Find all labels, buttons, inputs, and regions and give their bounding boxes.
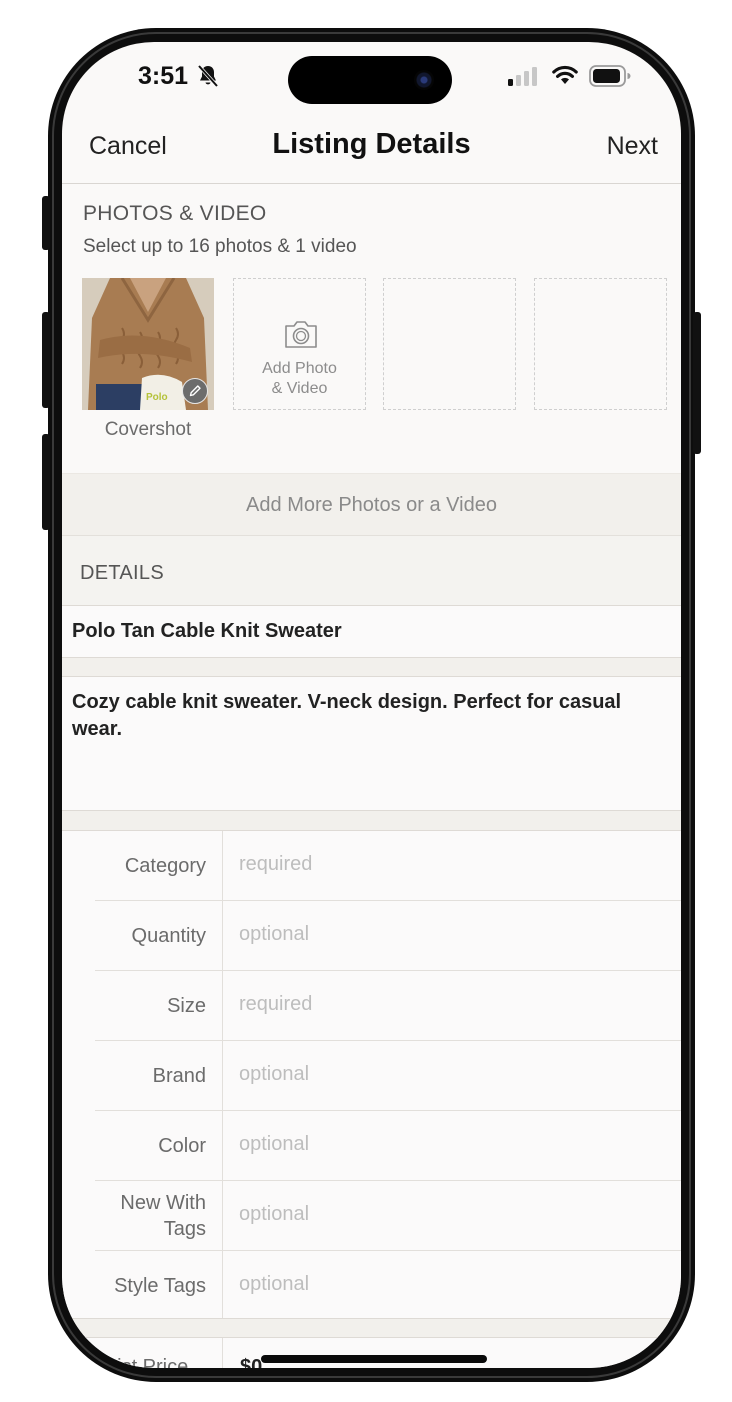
details-header-label: DETAILS: [80, 562, 164, 584]
attribute-row-brand[interactable]: Brand optional: [62, 1041, 681, 1111]
covershot-label: Covershot: [104, 419, 192, 440]
photos-section-subtitle: Select up to 16 photos & 1 video: [83, 236, 357, 257]
add-more-photos-label: Add More Photos or a Video: [246, 494, 497, 516]
price-row[interactable]: List Price $0: [62, 1338, 681, 1368]
edit-photo-button[interactable]: [182, 378, 208, 404]
wifi-icon: [552, 65, 578, 84]
dynamic-island: [288, 56, 452, 104]
attribute-value: optional: [239, 1133, 310, 1155]
attributes-table: Category required Quantity optional Size…: [62, 831, 681, 1318]
attribute-value: optional: [239, 1273, 310, 1295]
camera-icon: [285, 321, 317, 348]
attribute-value: required: [239, 853, 313, 875]
battery-icon: [589, 65, 631, 87]
empty-photo-slot[interactable]: [383, 278, 516, 410]
pencil-icon: [189, 385, 201, 397]
attribute-label: New With Tags: [120, 1192, 206, 1240]
navigation-bar: Cancel Listing Details Next: [62, 122, 681, 184]
attribute-value: optional: [239, 923, 310, 945]
action-button: [42, 196, 50, 250]
front-camera-icon: [414, 70, 434, 90]
home-indicator[interactable]: [261, 1355, 487, 1363]
section-spacer: [62, 658, 681, 677]
listing-title-value: Polo Tan Cable Knit Sweater: [72, 620, 342, 642]
photos-section-header: PHOTOS & VIDEO: [83, 202, 267, 225]
status-time: 3:51: [138, 62, 189, 90]
empty-photo-slot[interactable]: [534, 278, 667, 410]
attribute-row-category[interactable]: Category required: [62, 831, 681, 901]
page-title: Listing Details: [272, 128, 471, 160]
section-spacer: [62, 811, 681, 831]
section-spacer: [62, 1318, 681, 1338]
attribute-label: Color: [158, 1135, 206, 1157]
power-button: [693, 312, 701, 454]
attribute-label: Size: [167, 995, 206, 1017]
covershot-photo[interactable]: Polo: [82, 278, 214, 410]
attribute-row-style-tags[interactable]: Style Tags optional: [62, 1251, 681, 1321]
screen: 3:51 Cancel Listing Details Next PHOTOS …: [62, 42, 681, 1368]
listing-title-field[interactable]: Polo Tan Cable Knit Sweater: [62, 606, 681, 658]
attribute-value: optional: [239, 1203, 310, 1225]
listing-description-value: Cozy cable knit sweater. V-neck design. …: [72, 691, 622, 740]
volume-down-button: [42, 434, 50, 530]
cellular-signal-icon: [508, 67, 537, 86]
attribute-label: Style Tags: [114, 1275, 206, 1297]
details-section-header: DETAILS: [62, 536, 681, 606]
price-label: List Price: [106, 1356, 189, 1368]
svg-text:Polo: Polo: [146, 392, 168, 403]
listing-description-field[interactable]: Cozy cable knit sweater. V-neck design. …: [62, 677, 681, 811]
attribute-row-new-with-tags[interactable]: New With Tags optional: [62, 1181, 681, 1251]
attribute-label: Category: [124, 855, 206, 877]
bell-slash-icon: [197, 64, 219, 88]
attribute-value: optional: [239, 1063, 310, 1085]
attribute-label: Brand: [152, 1065, 206, 1087]
column-divider: [222, 1338, 223, 1368]
add-more-photos-button[interactable]: Add More Photos or a Video: [62, 473, 681, 536]
attribute-label: Quantity: [131, 925, 206, 947]
attribute-row-color[interactable]: Color optional: [62, 1111, 681, 1181]
price-value: $0: [240, 1356, 263, 1368]
next-button[interactable]: Next: [607, 132, 658, 161]
add-photo-video-slot[interactable]: Add Photo & Video: [233, 278, 366, 410]
attribute-row-size[interactable]: Size required: [62, 971, 681, 1041]
attribute-value: required: [239, 993, 313, 1015]
add-photo-video-label: Add Photo & Video: [262, 360, 337, 397]
volume-up-button: [42, 312, 50, 408]
attribute-row-quantity[interactable]: Quantity optional: [62, 901, 681, 971]
